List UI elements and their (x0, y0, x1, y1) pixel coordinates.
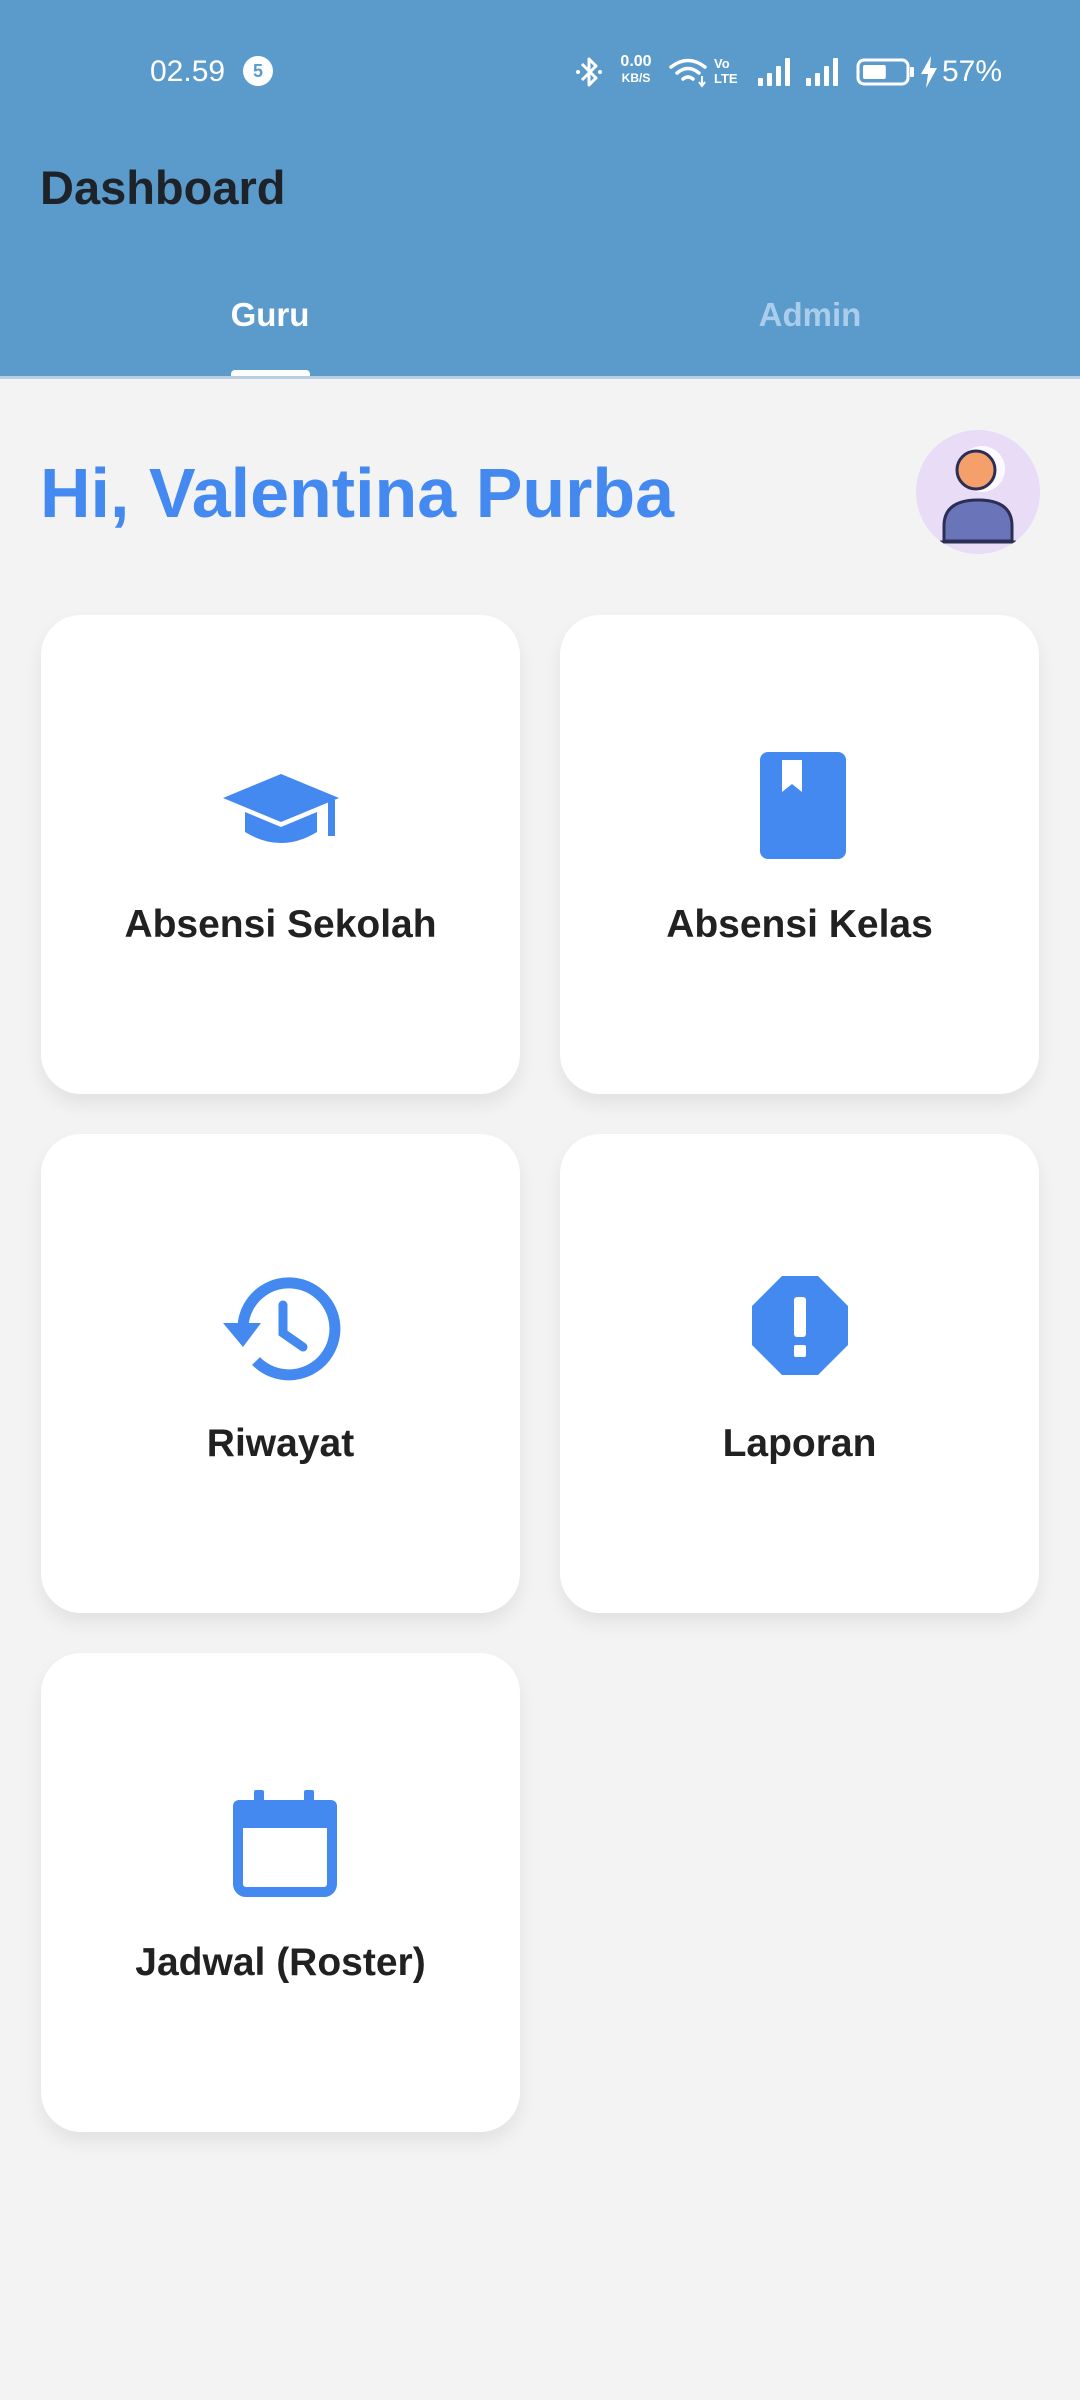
history-icon (222, 1277, 340, 1381)
menu-card-label: Absensi Sekolah (124, 903, 437, 946)
menu-card-riwayat[interactable]: Riwayat (41, 1134, 520, 1613)
signal-2-icon (806, 58, 838, 86)
greeting-text: Hi, Valentina Purba (40, 454, 675, 532)
notification-count-badge: 5 (243, 56, 273, 86)
battery-percent: 57% (942, 55, 1003, 88)
tab-admin[interactable]: Admin (660, 290, 960, 340)
volte-bottom: LTE (714, 71, 738, 86)
menu-card-label: Jadwal (Roster) (135, 1941, 426, 1984)
status-time: 02.59 (150, 55, 226, 88)
page-title: Dashboard (40, 161, 286, 214)
menu-card-label: Riwayat (206, 1422, 355, 1465)
status-bar: 02.59 5 0.00 KB/S Vo LTE 57% (0, 0, 1080, 140)
charging-bolt-icon (921, 56, 937, 88)
wifi-icon (669, 58, 707, 88)
avatar[interactable] (916, 430, 1040, 554)
calendar-icon (232, 1790, 337, 1897)
menu-card-laporan[interactable]: Laporan (560, 1134, 1039, 1613)
volte-indicator: Vo LTE (714, 56, 744, 86)
report-alert-icon (751, 1276, 848, 1375)
network-speed: 0.00 KB/S (614, 54, 658, 86)
book-icon (759, 752, 846, 859)
app-bar: 02.59 5 0.00 KB/S Vo LTE 57% Dashboard G… (0, 0, 1080, 379)
bluetooth-icon (576, 57, 602, 87)
menu-card-absensi-sekolah[interactable]: Absensi Sekolah (41, 615, 520, 1094)
volte-top: Vo (714, 56, 730, 71)
user-avatar-icon (916, 430, 1040, 554)
app-bar-divider (0, 376, 1080, 379)
network-speed-value: 0.00 (620, 53, 652, 70)
menu-card-label: Absensi Kelas (666, 903, 933, 946)
status-icons: 0.00 KB/S Vo LTE 57% (574, 52, 1014, 92)
menu-card-absensi-kelas[interactable]: Absensi Kelas (560, 615, 1039, 1094)
network-speed-unit: KB/S (621, 71, 651, 85)
graduation-cap-icon (222, 774, 339, 843)
tab-guru[interactable]: Guru (120, 290, 420, 340)
battery-icon (856, 58, 914, 86)
signal-1-icon (758, 58, 790, 86)
menu-card-label: Laporan (722, 1422, 877, 1465)
menu-card-jadwal-roster[interactable]: Jadwal (Roster) (41, 1653, 520, 2132)
